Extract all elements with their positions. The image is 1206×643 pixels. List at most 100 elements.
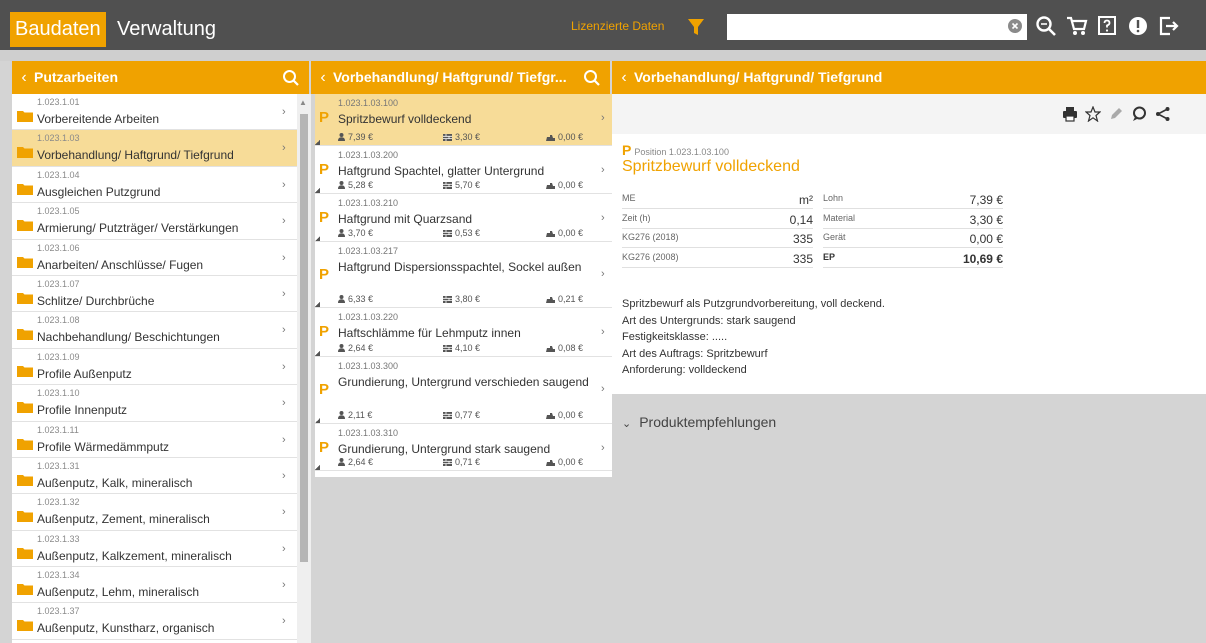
position-type-letter: P	[319, 439, 330, 456]
position-item[interactable]: 1.023.1.03.300 P Grundierung, Untergrund v…	[315, 357, 615, 424]
equipment-cost: 0,00 €	[546, 132, 583, 142]
description-line: Art des Untergrunds: stark saugend	[622, 314, 796, 327]
category-item[interactable]: 1.023.1.04 Ausgleichen Putzgrund ›	[12, 166, 297, 204]
edit-icon[interactable]	[1108, 106, 1124, 122]
folder-icon	[17, 400, 33, 414]
search-input[interactable]	[727, 14, 1027, 40]
detail-value: 335	[792, 251, 813, 266]
category-item[interactable]: 1.023.1.05 Armierung/ Putzträger/ Verstär…	[12, 203, 297, 240]
star-icon[interactable]	[1085, 106, 1101, 122]
comment-icon[interactable]	[1131, 106, 1147, 122]
info-icon[interactable]	[1127, 15, 1149, 37]
detail-row: KG276 (2008) 335	[622, 249, 813, 268]
detail-value: 7,39 €	[969, 193, 1003, 207]
detail-key: Gerät	[823, 232, 846, 242]
detail-value: m²	[799, 193, 813, 207]
equipment-value: 0,00 €	[558, 180, 584, 190]
position-list: 1.023.1.03.100 P Spritzbewurf volldeckend ›…	[315, 94, 615, 477]
equipment-cost: 0,00 €	[546, 180, 583, 190]
back-chevron-icon[interactable]: ‹	[617, 61, 631, 94]
folder-icon	[17, 145, 33, 159]
material-value: 3,30 €	[455, 132, 481, 142]
category-item[interactable]: 1.023.1.33 Außenputz, Kalkzement, mineral…	[12, 530, 297, 568]
licensed-data-label[interactable]: Lizenzierte Daten	[571, 19, 664, 33]
chevron-right-icon: ›	[282, 615, 286, 628]
search-icon[interactable]	[583, 69, 601, 87]
logout-icon[interactable]	[1158, 15, 1180, 37]
category-item[interactable]: 1.023.1.31 Außenputz, Kalk, mineralisch ›	[12, 457, 297, 495]
tab-verwaltung[interactable]: Verwaltung	[117, 12, 216, 47]
zoom-search-icon[interactable]	[1035, 15, 1057, 37]
position-item[interactable]: 1.023.1.03.220 P Haftschlämme für Lehmputz…	[315, 308, 615, 357]
detail-value: 0,14	[789, 212, 813, 227]
category-item[interactable]: 1.023.1.07 Schlitze/ Durchbrüche ›	[12, 275, 297, 313]
detail-row: Material 3,30 €	[823, 210, 1003, 229]
position-type-letter: P	[319, 266, 330, 283]
wage-cost: 3,70 €	[338, 228, 373, 238]
scrollbar-thumb[interactable]	[300, 114, 308, 562]
search-icon[interactable]	[282, 69, 300, 87]
category-item[interactable]: 1.023.1.32 Außenputz, Zement, mineralisch…	[12, 494, 297, 531]
print-icon[interactable]	[1062, 106, 1078, 122]
position-type-letter: P	[319, 381, 330, 398]
chevron-right-icon: ›	[282, 579, 286, 592]
position-item[interactable]: 1.023.1.03.200 P Haftgrund Spachtel, glatt…	[315, 146, 615, 194]
position-number: 1.023.1.03.100	[338, 98, 399, 108]
position-item[interactable]: 1.023.1.03.210 P Haftgrund mit Quarzsand › 3…	[315, 194, 615, 242]
equipment-value: 0,08 €	[558, 343, 584, 353]
chevron-right-icon: ›	[282, 178, 286, 191]
category-item[interactable]: 1.023.1.37 Außenputz, Kunstharz, organisc…	[12, 603, 297, 640]
category-number: 1.023.1.08	[37, 315, 80, 326]
chevron-right-icon: ›	[601, 326, 605, 338]
position-title: Grundierung, Untergrund verschieden saug…	[338, 375, 589, 389]
back-chevron-icon[interactable]: ‹	[17, 61, 31, 94]
category-label: Vorbehandlung/ Haftgrund/ Tiefgrund	[37, 148, 234, 163]
category-scrollbar[interactable]: ▲	[297, 94, 311, 643]
position-item[interactable]: 1.023.1.03.310 P Grundierung, Untergrund s…	[315, 424, 615, 471]
detail-value: 10,69 €	[962, 251, 1003, 266]
middle-panel-header[interactable]: ‹ Vorbehandlung/ Haftgrund/ Tiefgr...	[311, 61, 610, 94]
category-number: 1.023.1.06	[37, 242, 80, 253]
tab-baudaten[interactable]: Baudaten	[10, 12, 106, 47]
chevron-right-icon: ›	[282, 506, 286, 519]
category-label: Außenputz, Kalkzement, mineralisch	[37, 548, 232, 563]
category-item[interactable]: 1.023.1.03 Vorbehandlung/ Haftgrund/ Tief…	[12, 130, 297, 167]
corner-marker	[315, 351, 320, 356]
category-item[interactable]: 1.023.1.09 Profile Außenputz ›	[12, 348, 297, 386]
material-value: 4,10 €	[455, 343, 481, 353]
category-number: 1.023.1.04	[37, 169, 80, 180]
position-item[interactable]: 1.023.1.03.217 P Haftgrund Dispersionsspac…	[315, 242, 615, 308]
wage-cost: 6,33 €	[338, 294, 373, 304]
category-item[interactable]: 1.023.1.11 Profile Wärmedämmputz ›	[12, 421, 297, 458]
equipment-cost: 0,00 €	[546, 457, 583, 467]
product-recommendations-toggle[interactable]: ⌄ Produktempfehlungen	[622, 414, 776, 430]
equipment-cost: 0,21 €	[546, 294, 583, 304]
equipment-value: 0,00 €	[558, 410, 584, 420]
right-panel-header[interactable]: ‹ Vorbehandlung/ Haftgrund/ Tiefgrund	[612, 61, 1206, 94]
left-panel-header[interactable]: ‹ Putzarbeiten	[12, 61, 309, 94]
category-item[interactable]: 1.023.1.10 Profile Innenputz ›	[12, 385, 297, 422]
position-item[interactable]: 1.023.1.03.100 P Spritzbewurf volldeckend ›…	[315, 94, 615, 146]
cart-icon[interactable]	[1066, 15, 1088, 37]
position-type-letter: P	[319, 109, 330, 126]
chevron-right-icon: ›	[282, 469, 286, 482]
wage-value: 3,70 €	[348, 228, 374, 238]
filter-icon[interactable]	[687, 18, 705, 36]
category-item[interactable]: 1.023.1.34 Außenputz, Lehm, mineralisch ›	[12, 567, 297, 604]
back-chevron-icon[interactable]: ‹	[316, 61, 330, 94]
share-icon[interactable]	[1155, 106, 1171, 122]
category-item[interactable]: 1.023.1.08 Nachbehandlung/ Beschichtungen…	[12, 312, 297, 349]
category-item[interactable]: 1.023.1.01 Vorbereitende Arbeiten ›	[12, 94, 297, 131]
category-item[interactable]: 1.023.1.06 Anarbeiten/ Anschlüsse/ Fugen ›	[12, 239, 297, 276]
middle-panel-title: Vorbehandlung/ Haftgrund/ Tiefgr...	[333, 69, 567, 85]
clear-search-icon[interactable]	[1008, 19, 1022, 33]
product-recommendations[interactable]: ⌄ Produktempfehlungen	[612, 394, 1206, 643]
wage-cost: 2,64 €	[338, 457, 373, 467]
top-bar: Baudaten Verwaltung Lizenzierte Daten	[0, 0, 1206, 50]
scroll-up-icon[interactable]: ▲	[299, 98, 307, 107]
top-gap	[0, 50, 1206, 61]
corner-marker	[315, 418, 320, 423]
folder-icon	[17, 182, 33, 195]
help-icon[interactable]	[1096, 15, 1118, 37]
category-number: 1.023.1.31	[37, 460, 80, 471]
